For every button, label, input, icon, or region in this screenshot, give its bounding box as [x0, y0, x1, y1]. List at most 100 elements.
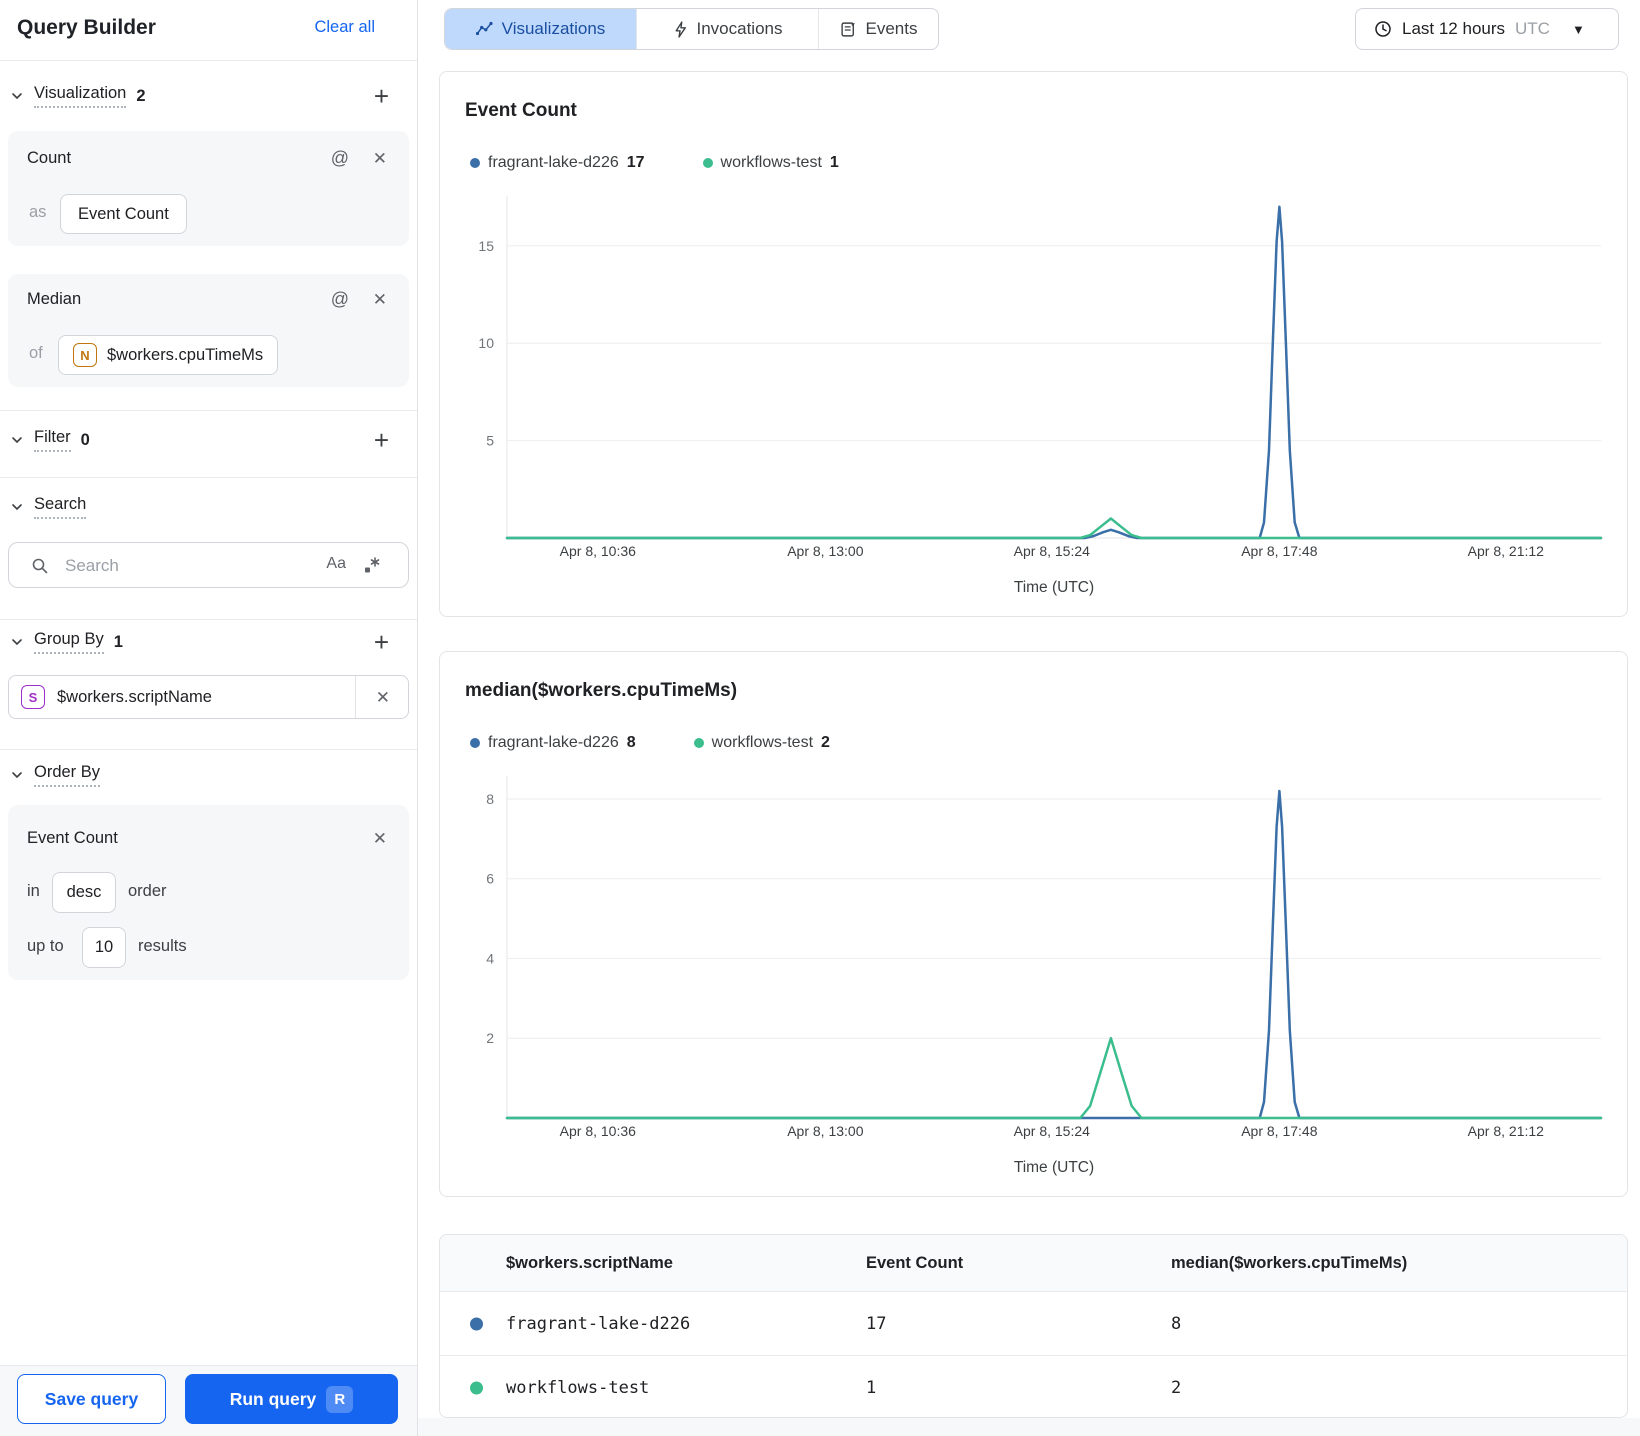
up-to-label: up to [27, 937, 64, 955]
run-query-label: Run query [229, 1388, 317, 1409]
search-box: Aa [8, 542, 409, 589]
chevron-down-icon[interactable] [10, 433, 24, 447]
legend-item[interactable]: workflows-test 1 [702, 154, 839, 172]
visualization-section-header: Visualization 2 + [10, 78, 409, 114]
query-actions-footer: Save query Run query R [0, 1365, 417, 1436]
table-row[interactable]: fragrant-lake-d226 17 8 [440, 1291, 1627, 1356]
chart-title: Event Count [465, 100, 577, 121]
svg-text:Apr 8, 17:48: Apr 8, 17:48 [1241, 1123, 1317, 1139]
alias-field[interactable]: Event Count [60, 194, 187, 234]
limit-field[interactable]: 10 [82, 927, 126, 968]
as-label: as [29, 203, 47, 221]
group-by-item[interactable]: S $workers.scriptName ✕ [8, 675, 409, 719]
column-header-event-count: Event Count [866, 1254, 964, 1272]
results-label: results [138, 937, 187, 955]
divider [0, 60, 417, 61]
svg-text:10: 10 [478, 335, 494, 351]
legend-dot [470, 158, 480, 168]
close-icon[interactable]: ✕ [373, 291, 387, 308]
results-table: $workers.scriptName Event Count median($… [439, 1234, 1628, 1418]
save-query-button[interactable]: Save query [17, 1374, 166, 1424]
search-input[interactable] [63, 543, 317, 589]
svg-text:Time (UTC): Time (UTC) [1014, 1159, 1094, 1176]
events-log-icon [840, 21, 857, 38]
script-name-cell: fragrant-lake-d226 [506, 1314, 691, 1334]
legend-name: workflows-test [720, 154, 822, 171]
number-type-icon: N [73, 343, 97, 367]
time-range-selector[interactable]: Last 12 hours UTC ▼ [1355, 8, 1619, 50]
at-icon[interactable]: @ [331, 290, 349, 308]
at-icon[interactable]: @ [331, 149, 349, 167]
order-by-section-header: Order By [10, 757, 409, 793]
filter-section-label: Filter [34, 428, 71, 452]
tab-visualizations[interactable]: Visualizations [445, 9, 636, 49]
close-icon[interactable]: ✕ [373, 150, 387, 167]
add-group-by-button[interactable]: + [374, 629, 389, 655]
legend-item[interactable]: workflows-test 2 [693, 734, 830, 752]
svg-text:15: 15 [478, 238, 494, 254]
median-cputime-line-chart[interactable]: 2 4 6 8 Apr 8, 10:36 Apr 8, 13:00 Apr 8, 15:24… [456, 772, 1616, 1182]
view-tabs: Visualizations Invocations Events [444, 8, 939, 50]
median-cell: 2 [1171, 1378, 1182, 1398]
svg-text:Time (UTC): Time (UTC) [1014, 579, 1094, 596]
group-by-section-header: Group By 1 + [10, 624, 409, 660]
search-section-label: Search [34, 495, 87, 519]
svg-text:Apr 8, 21:12: Apr 8, 21:12 [1468, 543, 1544, 559]
alias-value: Event Count [78, 204, 169, 223]
add-filter-button[interactable]: + [374, 427, 389, 453]
legend-item[interactable]: fragrant-lake-d226 17 [470, 154, 645, 172]
filter-count: 0 [80, 430, 90, 449]
group-by-count: 1 [113, 632, 123, 651]
event-count-chart-card: Event Count fragrant-lake-d226 17 workfl… [439, 71, 1628, 617]
string-type-icon: S [21, 685, 45, 709]
svg-text:Apr 8, 10:36: Apr 8, 10:36 [560, 543, 636, 559]
clear-all-button[interactable]: Clear all [314, 18, 375, 37]
query-builder-panel: Query Builder Clear all Visualization 2 … [0, 0, 418, 1436]
chart-title: median($workers.cpuTimeMs) [465, 680, 738, 701]
save-query-label: Save query [44, 1388, 139, 1409]
regex-icon[interactable] [362, 555, 382, 575]
svg-text:6: 6 [486, 871, 494, 887]
clock-icon [1374, 20, 1392, 38]
median-card-title: Median [27, 290, 82, 308]
svg-text:8: 8 [486, 791, 494, 807]
chevron-down-icon[interactable] [10, 89, 24, 103]
svg-text:Apr 8, 13:00: Apr 8, 13:00 [787, 543, 863, 559]
chart-legend: fragrant-lake-d226 17 workflows-test 1 [470, 154, 839, 172]
order-label: order [128, 882, 167, 900]
case-sensitive-icon[interactable]: Aa [326, 555, 346, 573]
chevron-down-icon[interactable] [10, 500, 24, 514]
event-count-line-chart[interactable]: 5 10 15 Apr 8, 10:36 Apr 8, 13:00 Apr 8, 15:2… [456, 192, 1616, 602]
run-query-button[interactable]: Run query R [185, 1374, 398, 1424]
median-field[interactable]: N $workers.cpuTimeMs [58, 335, 279, 375]
legend-item[interactable]: fragrant-lake-d226 8 [470, 734, 636, 752]
results-area: Visualizations Invocations Events Last 1… [418, 0, 1640, 1436]
tab-invocations[interactable]: Invocations [636, 9, 818, 49]
divider [0, 749, 417, 750]
svg-text:Apr 8, 13:00: Apr 8, 13:00 [787, 1123, 863, 1139]
table-row[interactable]: workflows-test 1 2 [440, 1355, 1627, 1417]
close-icon[interactable]: ✕ [373, 830, 387, 847]
sort-direction-field[interactable]: desc [52, 872, 116, 913]
count-card-title: Count [27, 149, 72, 167]
chevron-down-icon[interactable] [10, 768, 24, 782]
limit-value: 10 [94, 938, 114, 956]
median-visualization-card: Median @ ✕ of N $workers.cpuTimeMs [8, 274, 409, 387]
caret-down-icon: ▼ [1571, 21, 1585, 37]
svg-text:Apr 8, 15:24: Apr 8, 15:24 [1014, 543, 1090, 559]
search-section-header: Search [10, 489, 409, 525]
time-range-label: Last 12 hours [1402, 19, 1506, 38]
tab-events[interactable]: Events [818, 9, 938, 49]
close-icon[interactable]: ✕ [376, 689, 390, 706]
legend-name: workflows-test [711, 734, 814, 751]
divider [0, 477, 417, 478]
group-by-section-label: Group By [34, 630, 104, 654]
add-visualization-button[interactable]: + [374, 83, 389, 109]
legend-name: fragrant-lake-d226 [488, 734, 619, 751]
divider [0, 619, 417, 620]
chevron-down-icon[interactable] [10, 635, 24, 649]
event-count-cell: 1 [866, 1378, 877, 1398]
tab-events-label: Events [865, 19, 918, 38]
legend-dot [470, 738, 480, 748]
legend-value: 1 [829, 154, 839, 171]
